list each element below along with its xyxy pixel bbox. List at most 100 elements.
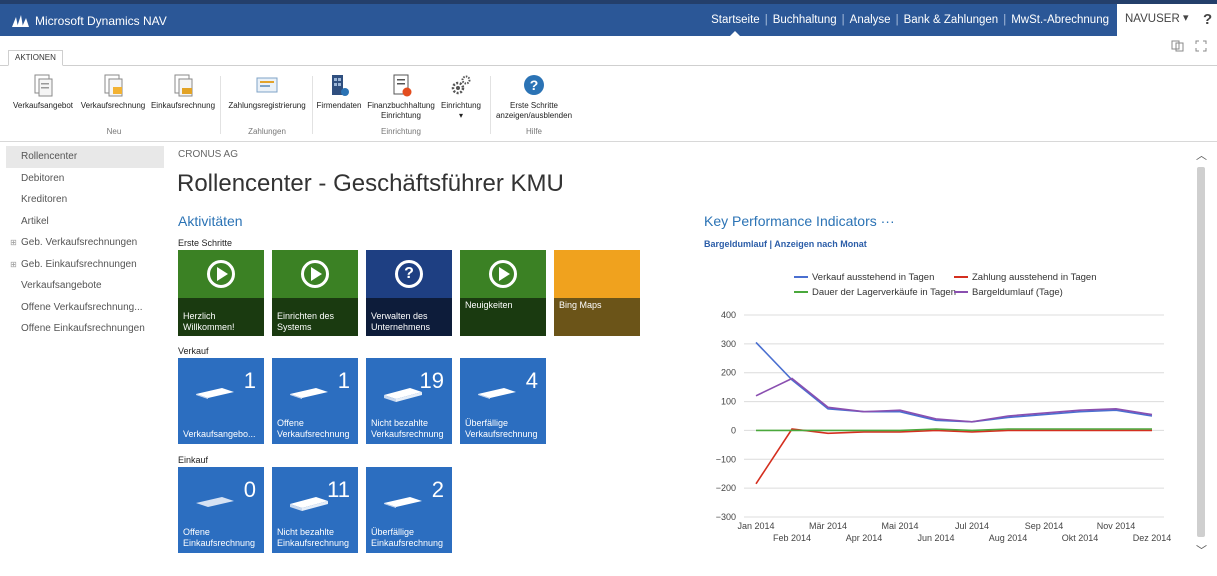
tile-label-line1: Nicht bezahlte (371, 418, 429, 428)
tile-bing-maps[interactable]: Bing Maps (554, 250, 640, 336)
tile-count: 11 (327, 477, 350, 502)
user-menu-button[interactable]: NAVUSER (1125, 13, 1180, 25)
verkaufsrechnung-button[interactable]: Verkaufsrechnung (78, 72, 148, 110)
nav-startseite[interactable]: Startseite (707, 14, 764, 36)
ribbon-label: Einrichtung (440, 101, 482, 110)
help-icon[interactable]: ? (1203, 11, 1212, 28)
x-tick-label: Jan 2014 (737, 521, 774, 531)
left-navigation: Rollencenter Debitoren Kreditoren Artike… (6, 146, 164, 340)
leftnav-kreditoren[interactable]: Kreditoren (6, 189, 164, 211)
ribbon-label-line2: anzeigen/ausblenden (495, 111, 573, 120)
tile-label-line2: Systems (277, 322, 312, 332)
tile-label-line1: Offene (183, 527, 210, 537)
scroll-up-icon[interactable]: ︿ (1196, 147, 1207, 163)
legend-entry: Bargeldumlauf (Tage) (972, 287, 1063, 298)
tile-label-line2: Verkaufsrechnung (465, 429, 538, 439)
leftnav-geb-verkaufsrechnungen[interactable]: ⊞ Geb. Verkaufsrechnungen (6, 232, 164, 254)
leftnav-rollencenter[interactable]: Rollencenter (6, 146, 164, 168)
leftnav-label: Verkaufsangebote (21, 280, 102, 291)
tile-verkaufsangebote[interactable]: 1 Verkaufsangebo... (178, 358, 264, 444)
tile-count: 19 (419, 368, 444, 393)
expand-icon[interactable]: ⊞ (10, 254, 17, 276)
tile-label: Einrichten des Systems (277, 311, 358, 333)
payment-icon (256, 77, 278, 93)
leftnav-debitoren[interactable]: Debitoren (6, 168, 164, 190)
tile-nicht-bezahlte-einkaufsrechnungen[interactable]: 11 Nicht bezahlte Einkaufsrechnung (272, 467, 358, 553)
document-stack-icon (478, 388, 516, 399)
nav-buchhaltung[interactable]: Buchhaltung (769, 14, 841, 26)
leftnav-geb-einkaufsrechnungen[interactable]: ⊞ Geb. Einkaufsrechnungen (6, 254, 164, 276)
x-tick-label: Sep 2014 (1025, 521, 1064, 531)
expand-icon[interactable]: ⊞ (10, 232, 17, 254)
einkaufsrechnung-button[interactable]: Einkaufsrechnung (148, 72, 218, 110)
svg-text:?: ? (530, 77, 539, 93)
tile-label: Überfällige Einkaufsrechnung (371, 527, 451, 549)
company-icon (332, 75, 349, 96)
legend-entry: Verkauf ausstehend in Tagen (812, 272, 934, 283)
kpi-line-chart: 400 300 200 100 0 −100 −200 −300Jan 2014 Feb 201… (716, 272, 1172, 543)
tile-label-line1: Überfällige (465, 418, 509, 428)
tile-count: 4 (525, 368, 538, 393)
y-tick-label: 300 (721, 339, 736, 349)
finanzbuchhaltung-einrichtung-button[interactable]: Finanzbuchhaltung Einrichtung (366, 72, 436, 120)
ribbon-label: Firmendaten (316, 101, 362, 110)
series-line-4 (755, 377, 1153, 423)
x-tick-label: Dez 2014 (1133, 533, 1172, 543)
y-tick-label: −100 (716, 454, 736, 464)
tile-herzlich-willkommen[interactable]: Herzlich Willkommen! (178, 250, 264, 336)
scroll-thumb[interactable] (1197, 167, 1205, 537)
tile-count: 0 (243, 477, 256, 502)
verkaufsangebot-button[interactable]: Verkaufsangebot (8, 72, 78, 110)
tile-ueberfaellige-einkaufsrechnungen[interactable]: 2 Überfällige Einkaufsrechnung (366, 467, 452, 553)
scroll-down-icon[interactable]: ﹀ (1196, 542, 1207, 558)
erste-schritte-button[interactable]: ? Erste Schritte anzeigen/ausblenden (492, 72, 576, 120)
leftnav-offene-verkaufsrechnungen[interactable]: Offene Verkaufsrechnung... (6, 297, 164, 319)
nav-analyse[interactable]: Analyse (846, 14, 895, 26)
y-tick-label: −300 (716, 512, 736, 522)
leftnav-label: Rollencenter (21, 151, 78, 162)
copy-link-icon[interactable] (1171, 40, 1185, 52)
tile-verwalten-des-unternehmens[interactable]: ? Verwalten des Unternehmens (366, 250, 452, 336)
y-tick-label: 0 (731, 425, 736, 435)
ribbon-tab-aktionen[interactable]: AKTIONEN (8, 50, 63, 66)
ribbon-label: Einkaufsrechnung (150, 101, 216, 110)
user-caret-icon[interactable]: ▾ (1183, 11, 1189, 24)
ribbon-group-divider (490, 76, 491, 134)
tile-nicht-bezahlte-verkaufsrechnungen[interactable]: 19 Nicht bezahlte Verkaufsrechnung (366, 358, 452, 444)
tile-offene-verkaufsrechnungen[interactable]: 1 Offene Verkaufsrechnung (272, 358, 358, 444)
play-icon (311, 267, 322, 281)
vertical-scrollbar[interactable]: ︿ ﹀ (1191, 145, 1213, 565)
kpi-subtitle[interactable]: Bargeldumlauf | Anzeigen nach Monat (704, 239, 867, 249)
firmendaten-button[interactable]: Firmendaten (312, 72, 366, 110)
tile-offene-einkaufsrechnungen[interactable]: 0 Offene Einkaufsrechnung (178, 467, 264, 553)
tile-label: Überfällige Verkaufsrechnung (465, 418, 545, 440)
ribbon-label: Verkaufsrechnung (80, 101, 146, 110)
nav-mwst-abrechnung[interactable]: MwSt.-Abrechnung (1007, 14, 1113, 26)
brand[interactable]: Microsoft Dynamics NAV (12, 14, 167, 28)
leftnav-artikel[interactable]: Artikel (6, 211, 164, 233)
tile-label: Herzlich Willkommen! (183, 311, 264, 333)
brand-name: Microsoft Dynamics NAV (35, 14, 167, 28)
leftnav-offene-einkaufsrechnungen[interactable]: Offene Einkaufsrechnungen (6, 318, 164, 340)
help-icon: ? (524, 75, 544, 95)
leftnav-verkaufsangebote[interactable]: Verkaufsangebote (6, 275, 164, 297)
leftnav-label: Geb. Einkaufsrechnungen (21, 258, 137, 270)
zahlungsregistrierung-button[interactable]: Zahlungsregistrierung (224, 72, 310, 110)
document-stack-icon (290, 388, 328, 399)
x-tick-label: Mär 2014 (809, 521, 847, 531)
invoice-icon (104, 74, 123, 97)
tile-ueberfaellige-verkaufsrechnungen[interactable]: 4 Überfällige Verkaufsrechnung (460, 358, 546, 444)
ribbon-label-line2: Einrichtung (380, 111, 422, 120)
activities-title[interactable]: Aktivitäten (178, 213, 243, 229)
tile-label: Neuigkeiten (465, 300, 546, 311)
tile-label-line2: Verkaufsrechnung (277, 429, 350, 439)
tile-einrichten-des-systems[interactable]: Einrichten des Systems (272, 250, 358, 336)
nav-bank-zahlungen[interactable]: Bank & Zahlungen (900, 14, 1003, 26)
leftnav-label: Artikel (21, 215, 49, 227)
tile-label-line1: Neuigkeiten (465, 300, 513, 310)
tile-neuigkeiten[interactable]: Neuigkeiten (460, 250, 546, 336)
tile-count: 2 (431, 477, 444, 502)
fullscreen-icon[interactable] (1195, 40, 1207, 52)
einrichtung-dropdown-button[interactable]: Einrichtung ▾ (436, 72, 486, 120)
kpi-title[interactable]: Key Performance Indicators ··· (704, 213, 895, 229)
